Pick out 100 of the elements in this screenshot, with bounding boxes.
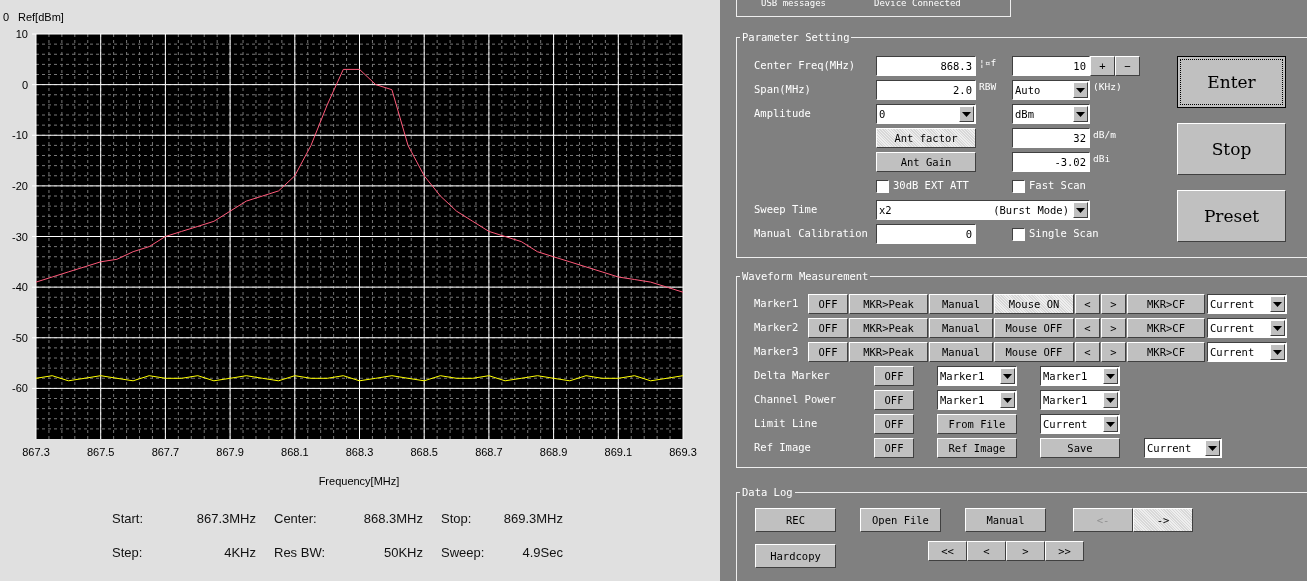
action-button[interactable]: Stop — [1177, 123, 1286, 175]
button[interactable]: MKR>Peak — [849, 294, 928, 314]
tick-label: 867.3 — [22, 446, 50, 458]
dropdown[interactable]: Current — [1144, 438, 1222, 458]
button[interactable]: > — [1006, 541, 1045, 561]
button[interactable]: From File — [937, 414, 1017, 434]
button[interactable]: -> — [1133, 508, 1193, 532]
checkbox-label: Single Scan — [1029, 226, 1099, 242]
button[interactable]: Hardcopy — [755, 544, 836, 568]
button[interactable]: Mouse OFF — [994, 318, 1074, 338]
dropdown[interactable]: Current — [1207, 294, 1287, 314]
button[interactable]: > — [1101, 318, 1126, 338]
unit-label: (KHz) — [1092, 80, 1123, 94]
button[interactable]: − — [1115, 56, 1140, 76]
button[interactable]: MKR>CF — [1127, 294, 1205, 314]
field-label: Amplitude — [754, 106, 812, 122]
summary-label: Sweep: — [441, 543, 486, 562]
checkbox[interactable] — [1012, 179, 1025, 193]
button[interactable]: Open File — [860, 508, 941, 532]
button[interactable]: + — [1090, 56, 1115, 76]
field-label: Marker2 — [754, 320, 800, 336]
button[interactable]: Mouse ON — [994, 294, 1074, 314]
input-field[interactable]: 2.0 — [876, 80, 976, 100]
checkbox[interactable] — [876, 179, 889, 193]
tick-label: 10 — [15, 28, 28, 40]
summary-label: Stop: — [441, 510, 473, 528]
dropdown[interactable]: x2 (Burst Mode) — [876, 200, 1090, 220]
dropdown[interactable]: Marker1 — [1040, 390, 1120, 410]
summary-label: Start: — [112, 510, 145, 528]
action-button[interactable]: Enter — [1177, 56, 1286, 108]
dropdown[interactable]: Current — [1207, 318, 1287, 338]
input-field[interactable]: 32 — [1012, 128, 1090, 148]
tick-label: 867.9 — [216, 446, 244, 458]
button[interactable]: Manual — [929, 318, 993, 338]
tick-label: -30 — [12, 230, 28, 243]
summary-value: 4.9Sec — [521, 543, 564, 562]
field-label: Marker1 — [754, 296, 800, 312]
input-field[interactable]: 0 — [876, 224, 976, 244]
button[interactable]: Ref Image — [937, 438, 1017, 458]
button[interactable]: MKR>Peak — [849, 318, 928, 338]
tick-label: -40 — [12, 281, 28, 294]
button[interactable]: < — [1075, 342, 1100, 362]
button[interactable]: MKR>Peak — [849, 342, 928, 362]
summary-label: Step: — [112, 543, 144, 562]
button[interactable]: OFF — [808, 342, 848, 362]
summary-value: 4KHz — [223, 543, 257, 562]
button[interactable]: REC — [755, 508, 836, 532]
field-label: Manual Calibration — [754, 226, 869, 242]
button[interactable]: MKR>CF — [1127, 318, 1205, 338]
dropdown[interactable]: Marker1 — [937, 390, 1017, 410]
button[interactable]: Manual — [929, 342, 993, 362]
input-field[interactable]: -3.02 — [1012, 152, 1090, 172]
tick-label: -60 — [12, 382, 28, 395]
button[interactable]: << — [928, 541, 967, 561]
button[interactable]: OFF — [874, 366, 914, 386]
button[interactable]: < — [1075, 294, 1100, 314]
dropdown[interactable]: Current — [1040, 414, 1120, 434]
tick-label: 868.1 — [281, 446, 309, 458]
action-button[interactable]: Preset — [1177, 190, 1286, 242]
button[interactable]: Ant factor — [876, 128, 976, 148]
button[interactable]: Manual — [929, 294, 993, 314]
button[interactable]: OFF — [874, 414, 914, 434]
button[interactable]: OFF — [808, 294, 848, 314]
button[interactable]: Save — [1040, 438, 1120, 458]
axis-title: Frequency[MHz] — [318, 475, 400, 487]
dropdown[interactable]: Marker1 — [1040, 366, 1120, 386]
input-field[interactable]: 10 — [1012, 56, 1090, 76]
field-label: Delta Marker — [754, 368, 831, 384]
dropdown[interactable]: Auto — [1012, 80, 1090, 100]
button[interactable]: Mouse OFF — [994, 342, 1074, 362]
unit-label: dBi — [1092, 152, 1112, 166]
field-label: Center Freq(MHz) — [754, 58, 857, 74]
button[interactable]: OFF — [874, 390, 914, 410]
group-title: Data Log — [740, 485, 795, 499]
field-label: Span(MHz) — [754, 82, 812, 98]
button[interactable]: OFF — [874, 438, 914, 458]
tick-label: -50 — [12, 331, 28, 344]
checkbox[interactable] — [1012, 227, 1025, 241]
summary-value: 867.3MHz — [195, 510, 257, 528]
reference-value: 0 — [3, 11, 10, 23]
tick-label: 868.5 — [410, 446, 438, 458]
summary-value: 50KHz — [382, 543, 424, 562]
button[interactable]: Manual — [965, 508, 1046, 532]
dropdown[interactable]: Current — [1207, 342, 1287, 362]
dropdown[interactable]: Marker1 — [937, 366, 1017, 386]
field-label: Limit Line — [754, 416, 819, 432]
button[interactable]: < — [967, 541, 1006, 561]
field-label: Ref Image — [754, 440, 812, 456]
button[interactable]: > — [1101, 294, 1126, 314]
dropdown[interactable]: 0 — [876, 104, 976, 124]
input-field[interactable]: 868.3 — [876, 56, 976, 76]
button[interactable]: OFF — [808, 318, 848, 338]
button[interactable]: >> — [1045, 541, 1084, 561]
button[interactable]: Ant Gain — [876, 152, 976, 172]
checkbox-label: Fast Scan — [1029, 178, 1086, 194]
dropdown[interactable]: dBm — [1012, 104, 1090, 124]
button[interactable]: MKR>CF — [1127, 342, 1205, 362]
button[interactable]: < — [1075, 318, 1100, 338]
field-label: Sweep Time — [754, 202, 819, 218]
button[interactable]: > — [1101, 342, 1126, 362]
